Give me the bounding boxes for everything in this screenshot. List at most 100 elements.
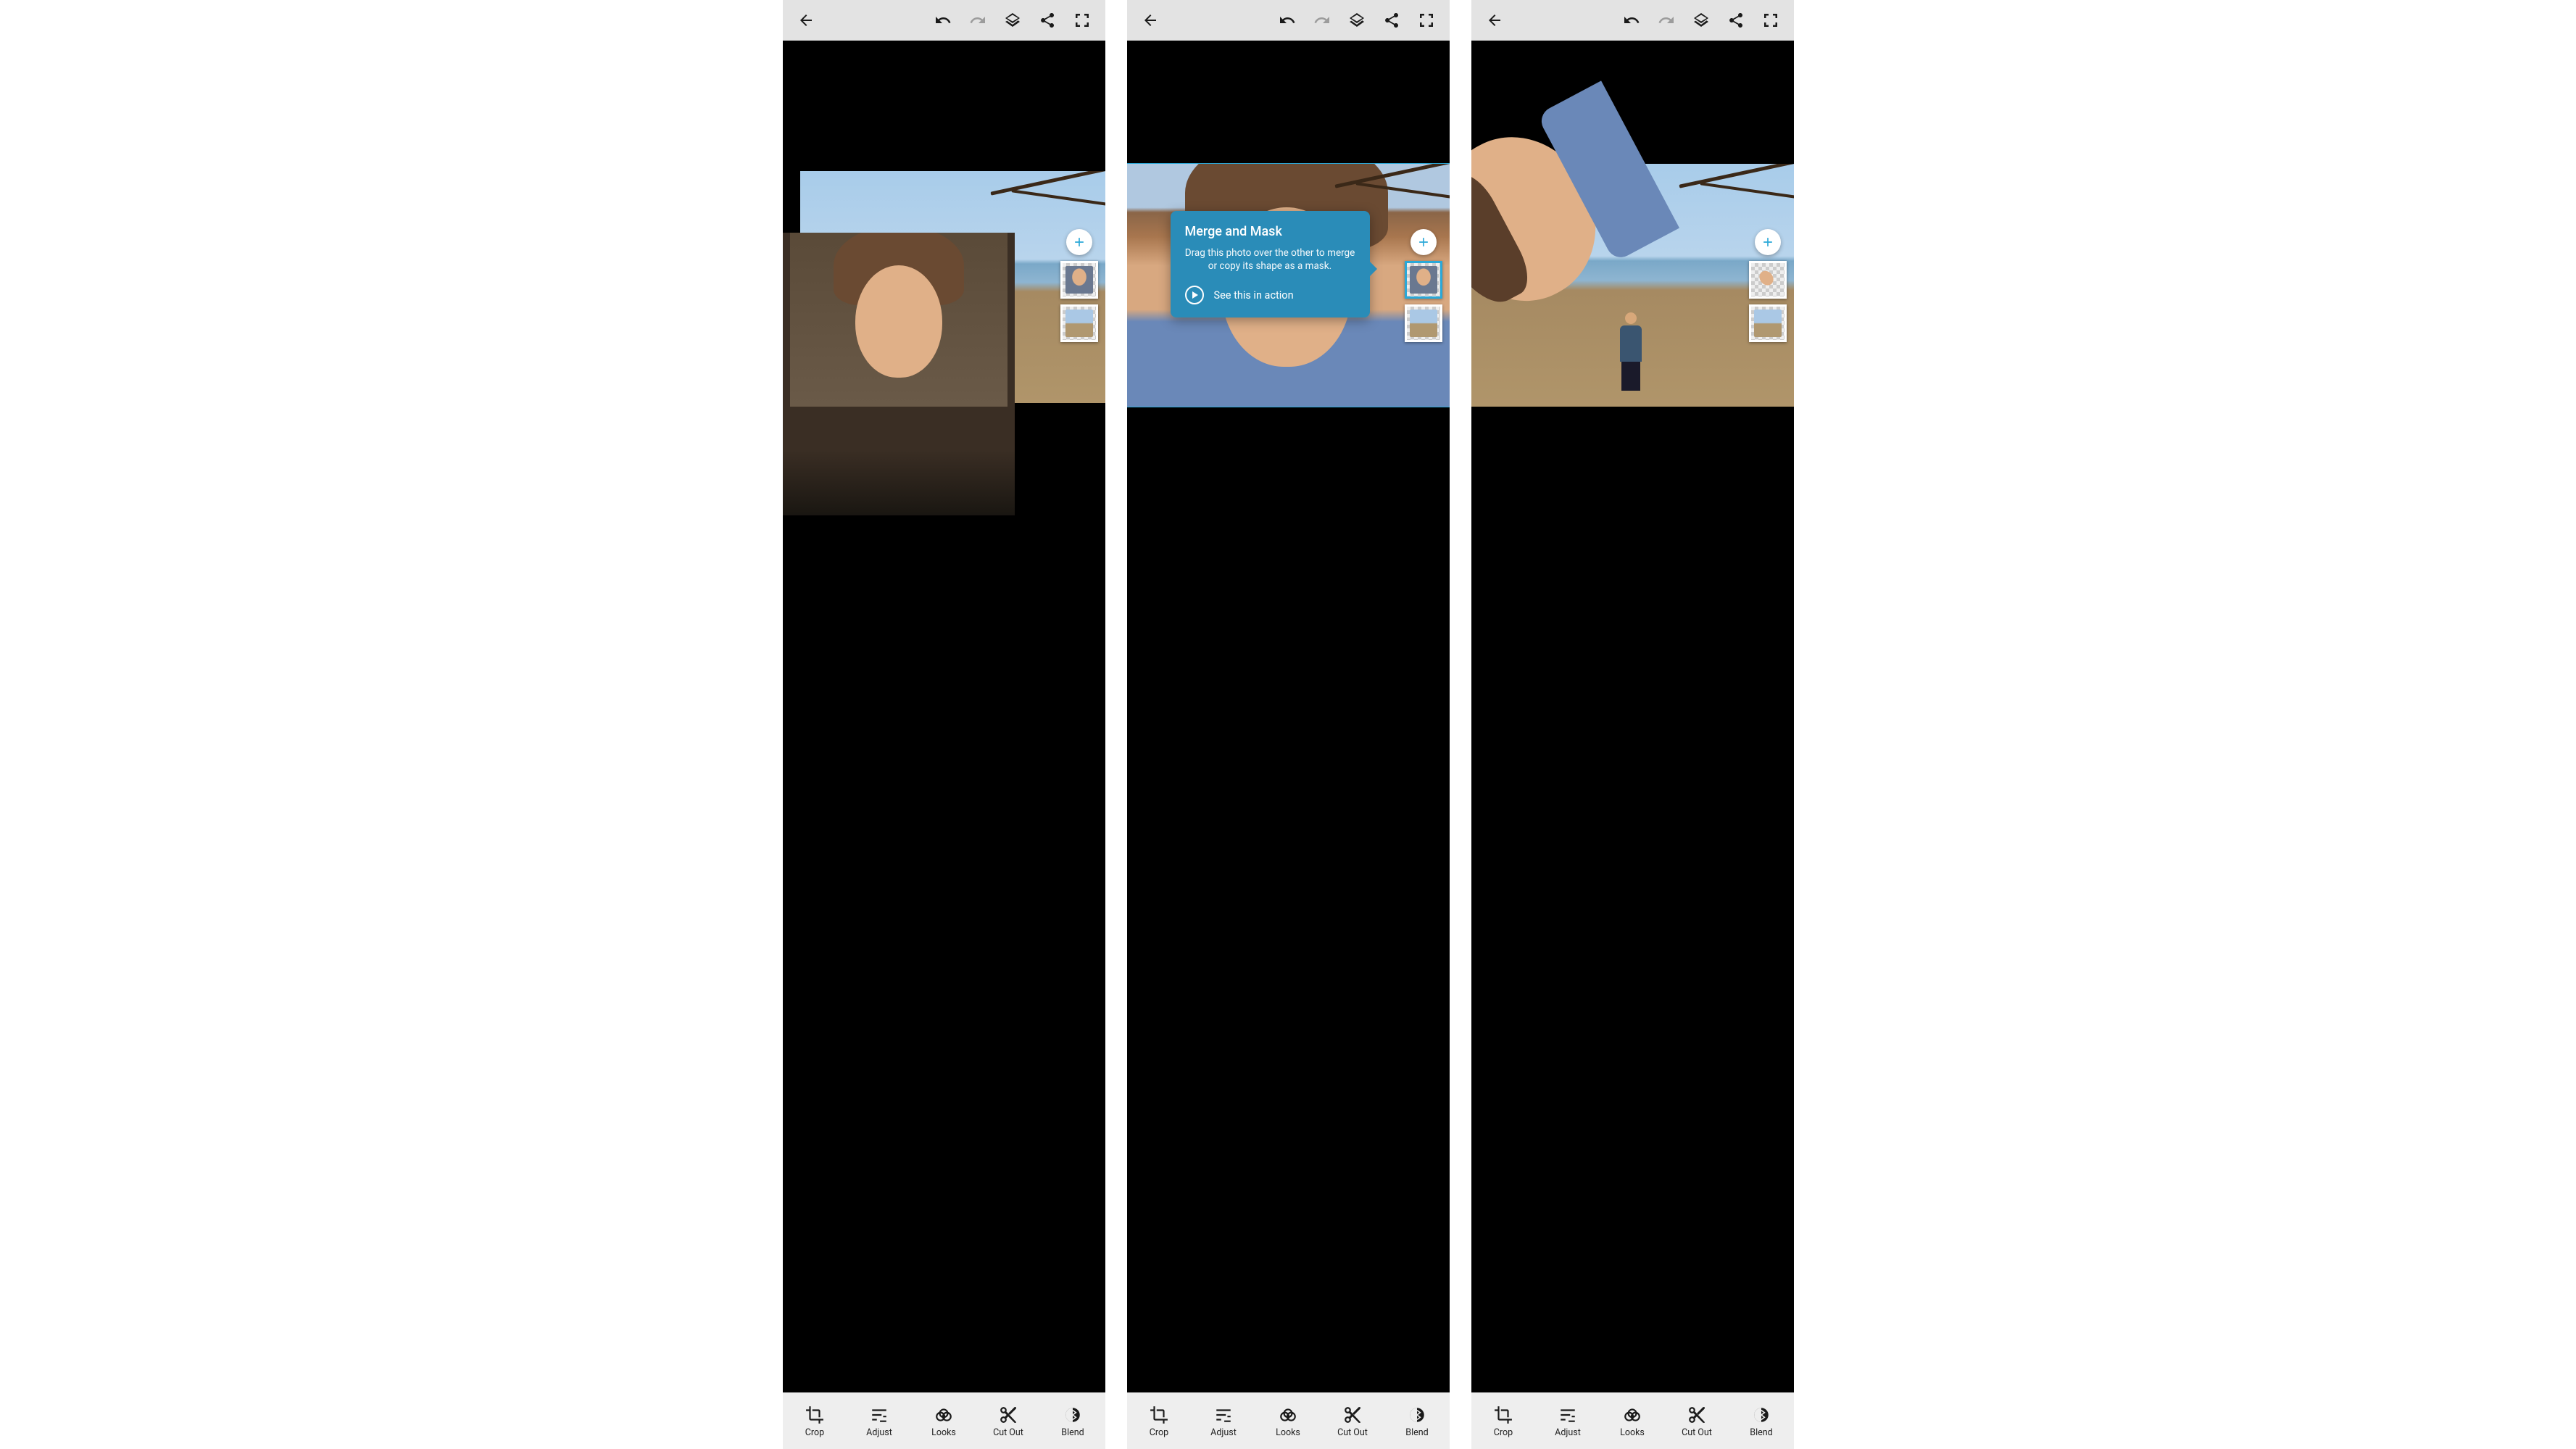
share-button[interactable] xyxy=(1030,3,1065,38)
person-figure xyxy=(1616,312,1645,399)
tooltip-action-label: See this in action xyxy=(1214,289,1294,302)
layer-thumbnail-2[interactable] xyxy=(1749,304,1787,342)
add-layer-button[interactable] xyxy=(1755,229,1781,255)
back-button[interactable] xyxy=(1133,3,1168,38)
layer-thumbnail-2[interactable] xyxy=(1405,304,1442,342)
see-in-action-button[interactable]: See this in action xyxy=(1185,286,1355,304)
back-button[interactable] xyxy=(789,3,823,38)
adjust-label: Adjust xyxy=(1210,1427,1237,1438)
cutout-tool[interactable]: Cut Out xyxy=(1671,1406,1723,1438)
tooltip-body: Drag this photo over the other to merge … xyxy=(1185,246,1355,273)
crop-tool[interactable]: Crop xyxy=(1477,1406,1529,1438)
bottom-toolbar: Crop Adjust Looks Cut Out Blend xyxy=(783,1392,1105,1449)
canvas[interactable]: Merge and Mask Drag this photo over the … xyxy=(1127,41,1450,1392)
layer-thumbnail-1[interactable] xyxy=(1749,261,1787,299)
redo-button xyxy=(1305,3,1339,38)
redo-icon xyxy=(969,12,986,29)
cutout-label: Cut Out xyxy=(993,1427,1023,1438)
portrait-image xyxy=(790,233,1007,407)
fullscreen-icon xyxy=(1418,12,1435,29)
looks-label: Looks xyxy=(1276,1427,1300,1438)
cutout-label: Cut Out xyxy=(1682,1427,1712,1438)
layers-button[interactable] xyxy=(1339,3,1374,38)
layers-button[interactable] xyxy=(1684,3,1719,38)
scissors-icon xyxy=(999,1406,1018,1424)
cutout-label: Cut Out xyxy=(1337,1427,1368,1438)
looks-tool[interactable]: Looks xyxy=(1606,1406,1658,1438)
layer-stack xyxy=(1060,229,1098,342)
undo-icon xyxy=(1623,12,1640,29)
share-icon xyxy=(1727,12,1745,29)
share-icon xyxy=(1039,12,1056,29)
layer-stack xyxy=(1749,229,1787,342)
layers-icon xyxy=(1348,12,1366,29)
canvas[interactable] xyxy=(1471,41,1794,1392)
crop-label: Crop xyxy=(1494,1427,1513,1438)
blend-label: Blend xyxy=(1750,1427,1772,1438)
looks-label: Looks xyxy=(931,1427,956,1438)
add-layer-button[interactable] xyxy=(1410,229,1437,255)
fullscreen-button[interactable] xyxy=(1409,3,1444,38)
layers-button[interactable] xyxy=(995,3,1030,38)
fullscreen-button[interactable] xyxy=(1753,3,1788,38)
adjust-label: Adjust xyxy=(866,1427,892,1438)
screen-1: Crop Adjust Looks Cut Out Blend xyxy=(783,0,1105,1449)
plus-icon xyxy=(1416,235,1431,249)
fullscreen-button[interactable] xyxy=(1065,3,1100,38)
top-toolbar xyxy=(783,0,1105,41)
redo-button xyxy=(960,3,995,38)
undo-button[interactable] xyxy=(1614,3,1649,38)
adjust-tool[interactable]: Adjust xyxy=(1197,1406,1250,1438)
looks-tool[interactable]: Looks xyxy=(918,1406,970,1438)
share-button[interactable] xyxy=(1719,3,1753,38)
adjust-label: Adjust xyxy=(1555,1427,1581,1438)
looks-label: Looks xyxy=(1620,1427,1645,1438)
arrow-left-icon xyxy=(797,12,815,29)
scissors-icon xyxy=(1687,1406,1706,1424)
scissors-icon xyxy=(1343,1406,1362,1424)
looks-tool[interactable]: Looks xyxy=(1262,1406,1314,1438)
merge-mask-tooltip: Merge and Mask Drag this photo over the … xyxy=(1171,211,1370,317)
adjust-tool[interactable]: Adjust xyxy=(1542,1406,1594,1438)
looks-icon xyxy=(934,1406,953,1424)
undo-button[interactable] xyxy=(926,3,960,38)
adjust-icon xyxy=(1214,1406,1233,1424)
crop-icon xyxy=(805,1406,824,1424)
arrow-left-icon xyxy=(1486,12,1503,29)
back-button[interactable] xyxy=(1477,3,1512,38)
add-layer-button[interactable] xyxy=(1066,229,1092,255)
layer-thumbnail-1[interactable] xyxy=(1060,261,1098,299)
fullscreen-icon xyxy=(1073,12,1091,29)
layer-stack xyxy=(1405,229,1442,342)
screen-3: Crop Adjust Looks Cut Out Blend xyxy=(1471,0,1794,1449)
crop-icon xyxy=(1494,1406,1513,1424)
blend-tool[interactable]: Blend xyxy=(1391,1406,1443,1438)
crop-tool[interactable]: Crop xyxy=(1133,1406,1185,1438)
undo-button[interactable] xyxy=(1270,3,1305,38)
blend-tool[interactable]: Blend xyxy=(1047,1406,1099,1438)
redo-button xyxy=(1649,3,1684,38)
layer-thumbnail-2[interactable] xyxy=(1060,304,1098,342)
top-toolbar xyxy=(1127,0,1450,41)
adjust-icon xyxy=(870,1406,889,1424)
blend-icon xyxy=(1752,1406,1771,1424)
share-button[interactable] xyxy=(1374,3,1409,38)
layer-thumbnail-1-selected[interactable] xyxy=(1405,261,1442,299)
undo-icon xyxy=(1279,12,1296,29)
bottom-toolbar: Crop Adjust Looks Cut Out Blend xyxy=(1127,1392,1450,1449)
cutout-tool[interactable]: Cut Out xyxy=(982,1406,1034,1438)
screen-2: Merge and Mask Drag this photo over the … xyxy=(1127,0,1450,1449)
tooltip-title: Merge and Mask xyxy=(1185,224,1355,239)
cutout-tool[interactable]: Cut Out xyxy=(1326,1406,1379,1438)
blend-tool[interactable]: Blend xyxy=(1735,1406,1787,1438)
canvas[interactable] xyxy=(783,41,1105,1392)
crop-tool[interactable]: Crop xyxy=(789,1406,841,1438)
fullscreen-icon xyxy=(1762,12,1779,29)
foreground-photo-layer[interactable] xyxy=(783,233,1015,515)
blend-icon xyxy=(1063,1406,1082,1424)
looks-icon xyxy=(1279,1406,1297,1424)
blend-label: Blend xyxy=(1061,1427,1084,1438)
arrow-left-icon xyxy=(1142,12,1159,29)
adjust-tool[interactable]: Adjust xyxy=(853,1406,905,1438)
play-icon xyxy=(1185,286,1204,304)
